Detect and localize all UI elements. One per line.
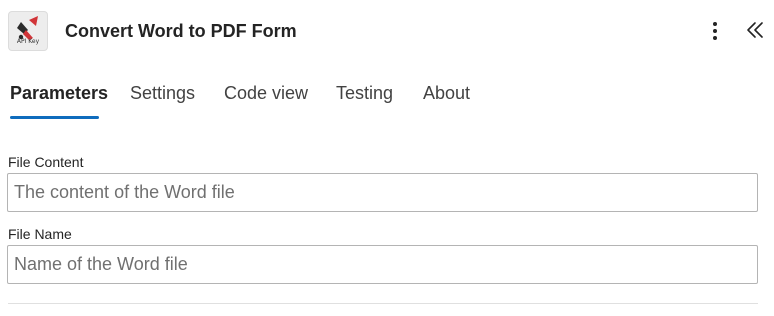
app-icon-caption: API Key <box>16 38 40 45</box>
tab-code-view[interactable]: Code view <box>224 82 308 104</box>
collapse-panel-button[interactable] <box>744 18 766 44</box>
file-content-label: File Content <box>8 154 84 170</box>
panel-header: API Key Convert Word to PDF Form <box>0 0 774 62</box>
active-tab-indicator <box>10 116 99 119</box>
page-title: Convert Word to PDF Form <box>65 21 297 41</box>
section-divider <box>8 303 758 304</box>
tab-about[interactable]: About <box>423 82 470 104</box>
tab-testing[interactable]: Testing <box>336 82 393 104</box>
api-key-connector-icon: API Key <box>8 11 48 51</box>
double-chevron-left-icon <box>747 22 763 38</box>
more-options-button[interactable] <box>704 18 726 44</box>
file-name-input[interactable] <box>7 245 758 284</box>
file-name-label: File Name <box>8 226 72 242</box>
tab-settings[interactable]: Settings <box>130 82 195 104</box>
action-panel: API Key Convert Word to PDF Form Paramet… <box>0 0 774 316</box>
file-content-input[interactable] <box>7 173 758 212</box>
more-vertical-icon <box>713 22 717 40</box>
tab-bar: Parameters Settings Code view Testing Ab… <box>0 76 774 122</box>
tab-parameters[interactable]: Parameters <box>10 82 108 104</box>
